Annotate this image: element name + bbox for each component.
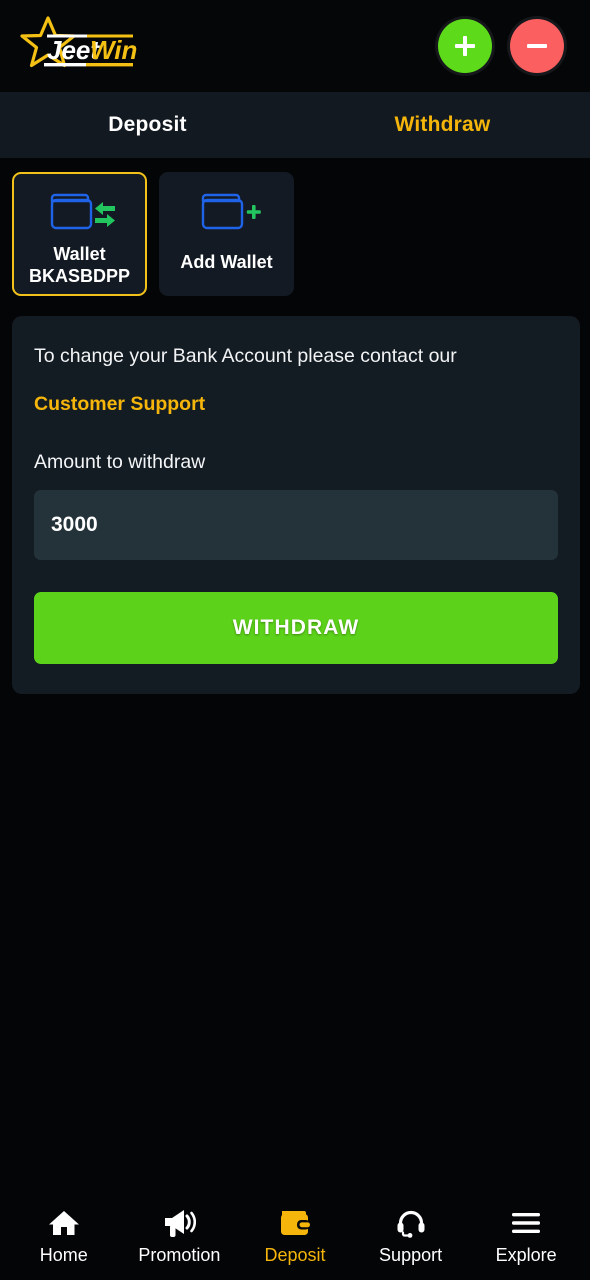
amount-input[interactable] [34,490,558,561]
minus-icon [527,44,547,48]
jeetwin-logo[interactable]: Jeet Win [14,14,146,78]
nav-item-deposit[interactable]: Deposit [237,1206,353,1266]
wallet-card-line2: BKASBDPP [28,265,130,286]
home-icon [48,1206,80,1238]
app-root: Jeet Win Deposit Withdraw Wallet BKASBDP… [0,0,590,1280]
customer-support-link[interactable]: Customer Support [34,393,205,416]
nav-item-support[interactable]: Support [353,1206,469,1266]
megaphone-icon [162,1206,197,1238]
add-balance-button[interactable] [438,19,492,73]
wallet-card-add[interactable]: Add Wallet [159,172,294,296]
tab-withdraw[interactable]: Withdraw [295,92,590,158]
plus-icon [455,36,475,56]
withdraw-balance-button[interactable] [510,19,564,73]
headset-icon [395,1206,427,1238]
amount-field-label: Amount to withdraw [34,451,206,474]
app-header: Jeet Win [0,0,590,92]
wallet-card-label: Wallet BKASBDPP [25,244,134,288]
nav-label-support: Support [379,1245,443,1265]
withdraw-submit-button[interactable]: WITHDRAW [34,592,558,665]
wallet-tabs: Deposit Withdraw [0,92,590,158]
wallet-selector: Wallet BKASBDPP Add Wallet [0,158,590,296]
wallet-icon [278,1206,312,1238]
bottom-navigation: Home Promotion Deposit Support Explore [0,1196,590,1280]
nav-label-promotion: Promotion [138,1245,221,1265]
nav-label-home: Home [39,1245,88,1265]
withdraw-form-panel: To change your Bank Account please conta… [12,316,580,695]
header-actions [438,19,564,73]
wallet-add-icon [188,184,266,240]
tab-deposit[interactable]: Deposit [0,92,295,158]
nav-label-deposit: Deposit [264,1245,326,1265]
wallet-card-line1: Wallet [53,244,106,264]
nav-item-explore[interactable]: Explore [468,1206,584,1266]
nav-label-explore: Explore [495,1245,557,1265]
nav-item-promotion[interactable]: Promotion [122,1206,238,1266]
wallet-card-label: Add Wallet [180,252,273,272]
bank-account-note: To change your Bank Account please conta… [34,345,457,367]
wallet-transfer-icon [41,184,119,240]
hamburger-menu-icon [509,1206,543,1238]
nav-item-home[interactable]: Home [6,1206,122,1266]
jeetwin-logo-graphic: Jeet Win [20,16,137,68]
wallet-card-bkasbdpp[interactable]: Wallet BKASBDPP [12,172,147,296]
svg-text:Win: Win [90,35,137,65]
